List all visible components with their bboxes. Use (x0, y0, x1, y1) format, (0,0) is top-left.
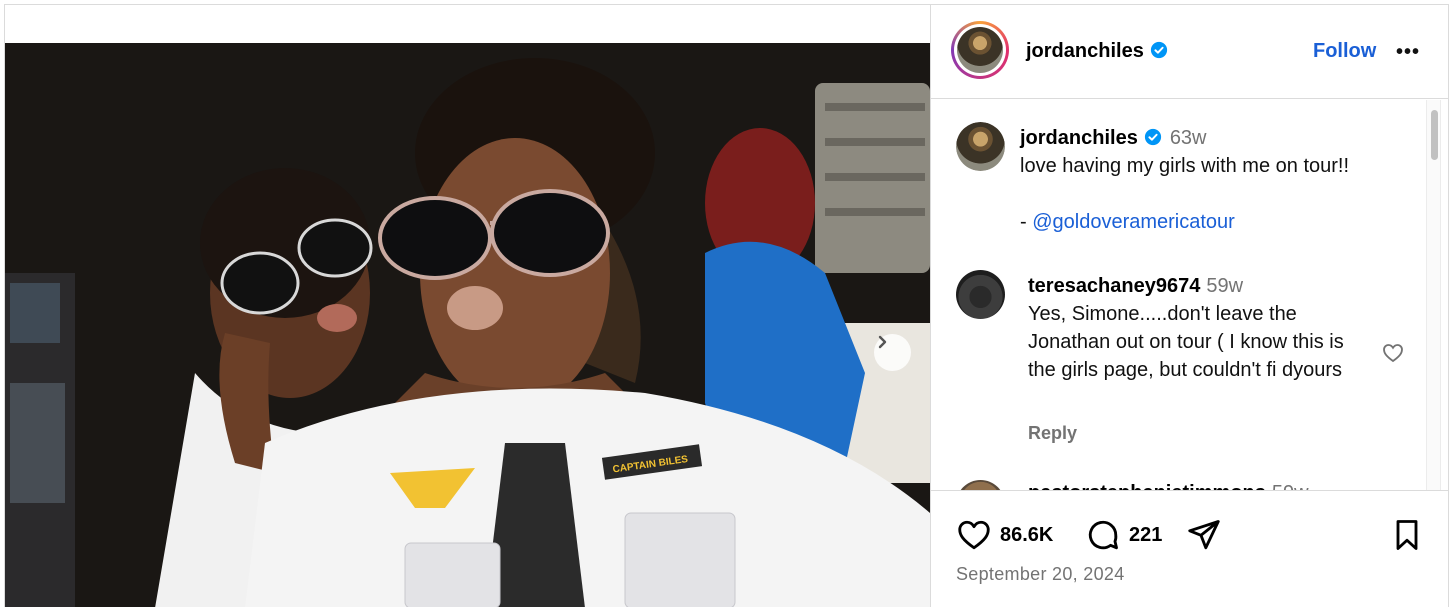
share-button[interactable] (1186, 517, 1222, 553)
post-header: jordanchiles Follow ••• (931, 5, 1448, 99)
post-container: CAPTAIN BILES jordanchiles Follow ••• jo… (4, 4, 1449, 607)
bookmark-icon (1396, 520, 1418, 550)
comments-section: jordanchiles 63w love having my girls wit… (931, 100, 1448, 490)
author-username[interactable]: jordanchiles (1026, 40, 1168, 63)
follow-button[interactable]: Follow (1313, 40, 1376, 63)
like-count: 86.6K (1000, 523, 1054, 546)
comment: pastorstephanietimmons 59w (1028, 482, 1309, 490)
comment: teresachaney9674 59w Yes, Simone.....don'… (1028, 272, 1373, 384)
caption: jordanchiles 63w love having my girls wit… (1020, 124, 1420, 236)
share-icon (1188, 520, 1220, 550)
comment-avatar[interactable] (956, 270, 1005, 319)
comment-text: Yes, Simone.....don't leave the Jonathan… (1028, 303, 1344, 381)
comment-icon (1088, 520, 1118, 550)
post-date: September 20, 2024 (956, 564, 1125, 584)
heart-icon (958, 520, 990, 550)
next-photo-button[interactable] (874, 334, 911, 371)
comment-like-icon[interactable] (1381, 341, 1405, 365)
comment-username[interactable]: teresachaney9674 (1028, 275, 1200, 297)
like-button[interactable]: 86.6K (956, 517, 1053, 553)
comments-scrollbar[interactable] (1426, 100, 1441, 490)
comment-count: 221 (1129, 523, 1163, 546)
post-photo[interactable]: CAPTAIN BILES (5, 43, 930, 607)
post-media: CAPTAIN BILES (5, 5, 930, 607)
caption-mention[interactable]: @goldoveramericatour (1032, 211, 1235, 233)
caption-avatar[interactable] (956, 122, 1005, 171)
verified-badge-icon (1150, 41, 1167, 59)
author-avatar[interactable] (951, 21, 1009, 79)
comment-username[interactable]: pastorstephanietimmons (1028, 482, 1266, 490)
post-actions: 86.6K 221 September 20, 2024 (931, 490, 1448, 607)
author-username-text[interactable]: jordanchiles (1026, 40, 1144, 62)
comment-age: 59w (1206, 275, 1244, 297)
caption-prefix: - (1020, 211, 1033, 233)
post-side-panel: jordanchiles Follow ••• jordanchiles 63w … (930, 5, 1448, 607)
caption-age: 63w (1169, 127, 1207, 149)
verified-badge-icon (1144, 128, 1161, 146)
more-options-button[interactable]: ••• (1396, 41, 1420, 64)
caption-username[interactable]: jordanchiles (1020, 127, 1138, 149)
caption-text: love having my girls with me on tour!! (1020, 155, 1350, 177)
comment-avatar[interactable] (956, 480, 1005, 490)
reply-button[interactable]: Reply (1028, 423, 1077, 444)
photo-illustration: CAPTAIN BILES (5, 43, 930, 607)
save-button[interactable] (1389, 517, 1425, 553)
chevron-right-icon (878, 335, 887, 349)
comment-age: 59w (1272, 482, 1309, 490)
scrollbar-thumb[interactable] (1431, 110, 1438, 160)
comment-button[interactable]: 221 (1085, 517, 1162, 553)
